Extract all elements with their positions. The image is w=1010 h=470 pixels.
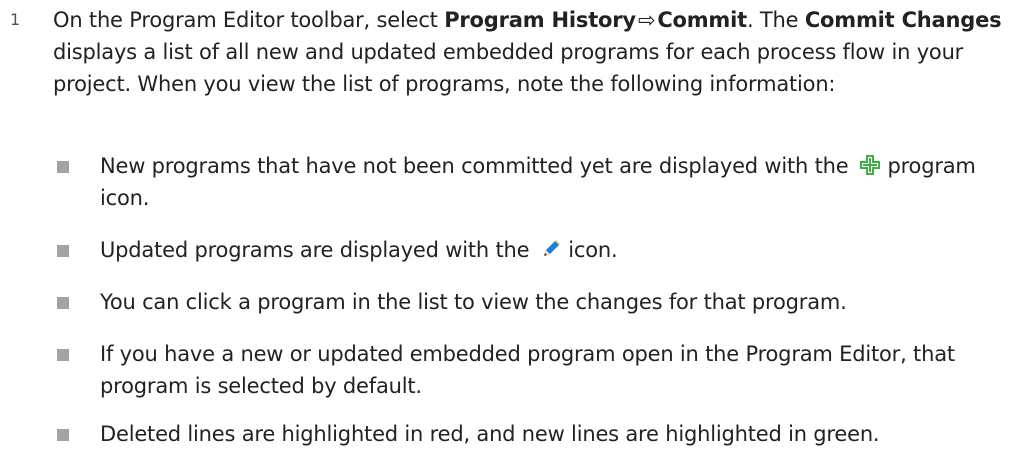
list-item: You can click a program in the list to v… <box>0 286 1000 318</box>
bullet-list: New programs that have not been committe… <box>0 150 1010 470</box>
bullet-text-pre: New programs that have not been committe… <box>100 154 855 178</box>
pencil-edit-icon <box>540 237 562 259</box>
green-plus-icon <box>859 153 881 175</box>
bullet-text-post: icon. <box>561 238 618 262</box>
bullet-square <box>57 297 69 309</box>
bullet-square <box>57 349 69 361</box>
step-text-mid: . The <box>746 8 805 32</box>
bullet-text: Deleted lines are highlighted in red, an… <box>100 422 880 446</box>
document-page: 1 On the Program Editor toolbar, select … <box>0 0 1010 461</box>
step-text-rest: displays a list of all new and updated e… <box>53 40 964 96</box>
step-text-intro: On the Program Editor toolbar, select <box>53 8 445 32</box>
step-number: 1 <box>10 10 21 29</box>
dialog-name: Commit Changes <box>804 8 1002 32</box>
bullet-square <box>57 429 69 441</box>
bullet-square <box>57 161 69 173</box>
list-item: Updated programs are displayed with the … <box>0 234 1000 266</box>
list-item: New programs that have not been committe… <box>0 150 1000 214</box>
list-item: Deleted lines are highlighted in red, an… <box>0 418 1000 450</box>
list-item: If you have a new or updated embedded pr… <box>0 338 1000 402</box>
menu-arrow: ⇨ <box>637 8 656 32</box>
bullet-text: If you have a new or updated embedded pr… <box>100 342 955 398</box>
bullet-text-pre: Updated programs are displayed with the <box>100 238 536 262</box>
bullet-text: You can click a program in the list to v… <box>100 290 847 314</box>
step-text: On the Program Editor toolbar, select Pr… <box>53 4 1003 100</box>
menu-program-history: Program History <box>444 8 636 32</box>
menu-commit: Commit <box>657 8 747 32</box>
bullet-square <box>57 245 69 257</box>
